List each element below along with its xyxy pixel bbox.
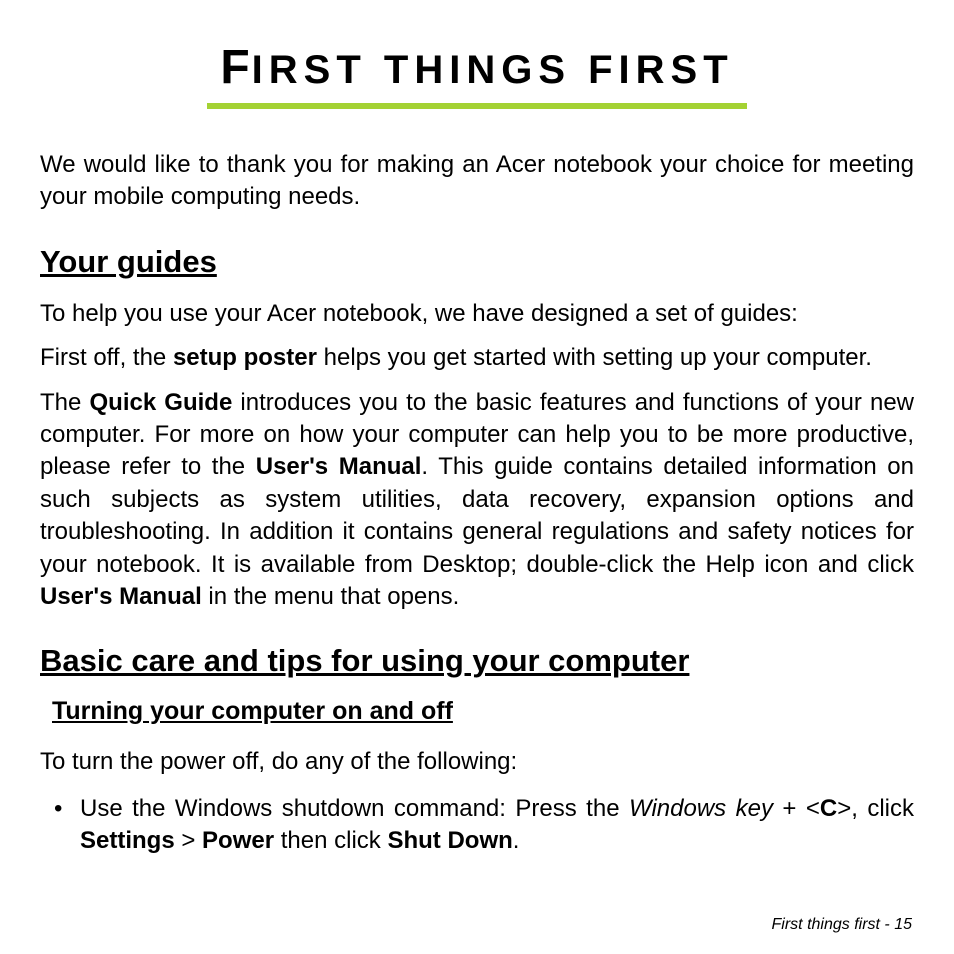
bullet1-k: . <box>513 827 520 854</box>
bullet1-c: + < <box>773 795 820 822</box>
section-your-guides-heading: Your guides <box>40 244 914 280</box>
guides-p1: To help you use your Acer notebook, we h… <box>40 298 914 330</box>
bullet1-g: > <box>175 827 202 854</box>
guides-p3-g: in the menu that opens. <box>202 583 460 610</box>
page-title: FIRST THINGS FIRST <box>40 40 914 95</box>
title-rest1: IRST THINGS FIRST <box>252 48 734 92</box>
list-item: Use the Windows shutdown command: Press … <box>40 793 914 858</box>
bullet1-d: C <box>820 795 837 822</box>
bullet1-b: Windows key <box>629 795 773 822</box>
bullet1-e: >, click <box>837 795 914 822</box>
guides-p3-f: User's Manual <box>40 583 202 610</box>
guides-p3: The Quick Guide introduces you to the ba… <box>40 387 914 614</box>
title-cap1: F <box>220 41 251 94</box>
guides-p2-c: helps you get started with setting up yo… <box>317 344 872 371</box>
sub-heading-turning-on-off: Turning your computer on and off <box>52 697 914 726</box>
bullet1-a: Use the Windows shutdown command: Press … <box>80 795 629 822</box>
title-underline <box>207 103 747 109</box>
shutdown-bullet-list: Use the Windows shutdown command: Press … <box>40 793 914 858</box>
bullet1-j: Shut Down <box>387 827 512 854</box>
guides-p2-a: First off, the <box>40 344 173 371</box>
bullet1-i: then click <box>274 827 387 854</box>
bullet1-h: Power <box>202 827 274 854</box>
bullet1-f: Settings <box>80 827 175 854</box>
guides-p3-d: User's Manual <box>256 453 422 480</box>
section-basic-care-heading: Basic care and tips for using your compu… <box>40 643 914 679</box>
turnoff-p1: To turn the power off, do any of the fol… <box>40 746 914 778</box>
guides-p3-b: Quick Guide <box>89 389 232 416</box>
intro-paragraph: We would like to thank you for making an… <box>40 149 914 214</box>
guides-p2-b: setup poster <box>173 344 317 371</box>
page-footer: First things first - 15 <box>772 916 912 934</box>
guides-p2: First off, the setup poster helps you ge… <box>40 342 914 374</box>
guides-p3-a: The <box>40 389 89 416</box>
